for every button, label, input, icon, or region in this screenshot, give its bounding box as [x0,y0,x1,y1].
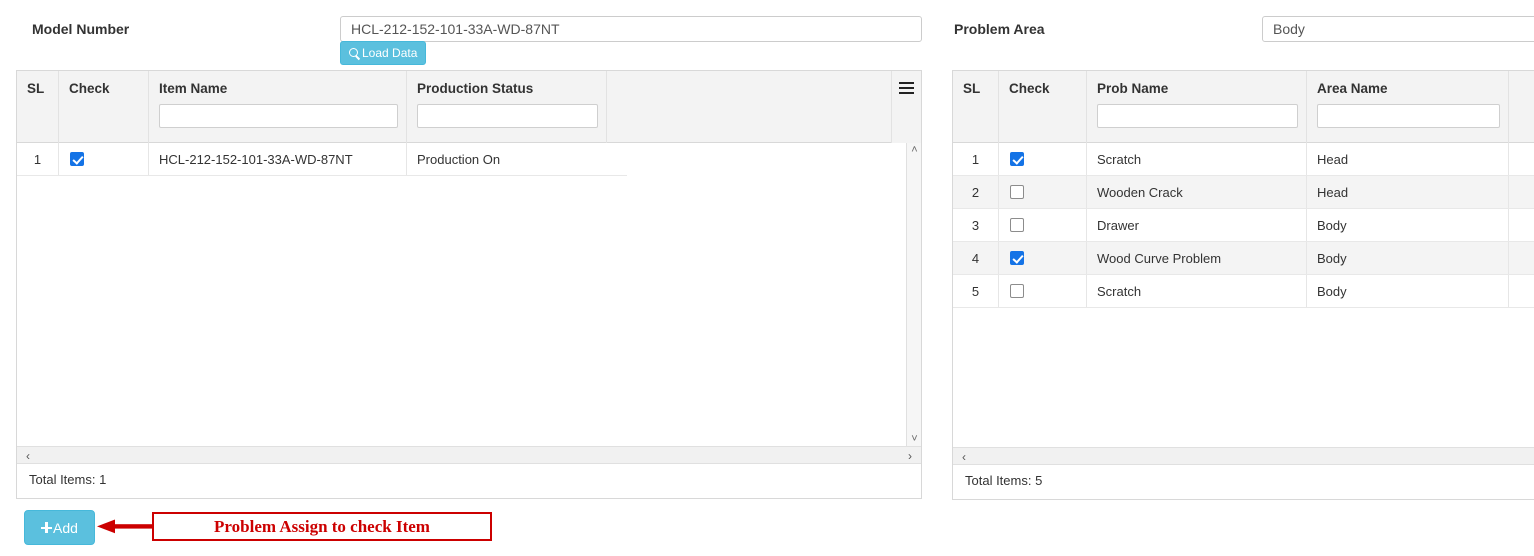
right-col-overflow [1509,71,1534,143]
cell-overflow [1509,209,1534,241]
left-grid-header: SL Check Item Name Production Status [17,71,921,143]
right-filter-prob-name[interactable] [1097,104,1298,128]
row-checkbox[interactable] [1010,251,1024,265]
left-grid-menu-button[interactable] [891,71,921,143]
cell-check[interactable] [999,242,1087,274]
cell-item-name: HCL-212-152-101-33A-WD-87NT [149,143,407,175]
problem-area-label: Problem Area [954,21,1045,37]
hamburger-menu-icon [899,82,914,94]
cell-check[interactable] [999,143,1087,175]
cell-area-name: Body [1307,209,1509,241]
table-row[interactable]: 3 Drawer Body [953,209,1534,242]
row-checkbox[interactable] [70,152,84,166]
table-row[interactable]: 1 Scratch Head [953,143,1534,176]
load-data-label: Load Data [362,46,418,60]
right-col-sl[interactable]: SL [953,71,999,143]
scroll-left-arrow-icon[interactable]: ‹ [20,447,36,464]
scroll-right-arrow-icon[interactable]: › [902,447,918,464]
row-checkbox[interactable] [1010,152,1024,166]
left-col-check[interactable]: Check [59,71,149,143]
left-horizontal-scrollbar[interactable]: ‹ › [17,446,921,463]
right-grid-body: 1 Scratch Head 2 Wooden Crack Head 3 Dra… [953,143,1534,447]
cell-sl: 4 [953,242,999,274]
add-button-label: Add [53,519,78,536]
cell-overflow [1509,176,1534,208]
cell-production-status: Production On [417,151,501,167]
right-filter-area-name[interactable] [1317,104,1500,128]
left-col-item-name[interactable]: Item Name [149,71,407,143]
row-checkbox[interactable] [1010,185,1024,199]
cell-area-name: Head [1307,143,1509,175]
cell-prob-name: Wooden Crack [1087,176,1307,208]
left-grid-footer: Total Items: 1 [17,463,921,494]
left-col-production-status[interactable]: Production Status [407,71,607,143]
cell-prob-name: Drawer [1087,209,1307,241]
left-grid-body: 1 HCL-212-152-101-33A-WD-87NT Production… [17,143,921,446]
table-row[interactable]: 1 HCL-212-152-101-33A-WD-87NT Production… [17,143,627,176]
cell-sl: 5 [953,275,999,307]
left-grid-panel: SL Check Item Name Production Status 1 H… [16,70,922,499]
left-col-sl[interactable]: SL [17,71,59,143]
cell-overflow [1509,275,1534,307]
right-grid-footer: Total Items: 5 [953,464,1534,495]
scroll-down-arrow-icon[interactable]: ˅ [907,432,921,446]
cell-sl: 1 [17,143,59,175]
right-total-items: Total Items: 5 [965,472,1043,488]
cell-sl: 3 [953,209,999,241]
add-button[interactable]: Add [24,510,95,545]
right-grid-header: SL Check Prob Name Area Name [953,71,1534,143]
cell-prob-name: Wood Curve Problem [1087,242,1307,274]
cell-overflow [1509,242,1534,274]
left-vertical-scrollbar[interactable]: ˄ ˅ [906,143,921,446]
row-checkbox[interactable] [1010,218,1024,232]
right-grid-panel: SL Check Prob Name Area Name 1 Scratch H… [952,70,1534,500]
model-number-input[interactable] [340,16,922,42]
left-filter-item-name[interactable] [159,104,398,128]
right-col-area-name[interactable]: Area Name [1307,71,1509,143]
left-col-spacer [607,71,891,143]
cell-check[interactable] [999,209,1087,241]
table-row[interactable]: 2 Wooden Crack Head [953,176,1534,209]
annotation-callout: Problem Assign to check Item [152,512,492,541]
left-filter-production-status[interactable] [417,104,598,128]
page-root: Model Number Load Data SL Check Item Nam… [0,0,1534,556]
right-col-check[interactable]: Check [999,71,1087,143]
scroll-up-arrow-icon[interactable]: ˄ [907,143,921,157]
model-number-label: Model Number [32,21,130,37]
cell-check[interactable] [59,143,149,175]
cell-overflow [1509,143,1534,175]
cell-area-name: Head [1307,176,1509,208]
annotation-arrow-icon [97,519,154,534]
right-col-prob-name[interactable]: Prob Name [1087,71,1307,143]
plus-icon [41,522,53,533]
left-total-items: Total Items: 1 [29,471,107,487]
scroll-left-arrow-icon[interactable]: ‹ [956,448,972,465]
right-horizontal-scrollbar[interactable]: ‹ [953,447,1534,464]
cell-check[interactable] [999,176,1087,208]
cell-area-name: Body [1307,242,1509,274]
load-data-button[interactable]: Load Data [340,41,427,65]
cell-area-name: Body [1307,275,1509,307]
cell-check[interactable] [999,275,1087,307]
annotation-text: Problem Assign to check Item [214,516,430,536]
search-icon [349,47,360,59]
cell-prob-name: Scratch [1087,143,1307,175]
cell-sl: 1 [953,143,999,175]
cell-prob-name: Scratch [1087,275,1307,307]
problem-area-input[interactable] [1262,16,1534,42]
table-row[interactable]: 4 Wood Curve Problem Body [953,242,1534,275]
cell-sl: 2 [953,176,999,208]
row-checkbox[interactable] [1010,284,1024,298]
table-row[interactable]: 5 Scratch Body [953,275,1534,308]
